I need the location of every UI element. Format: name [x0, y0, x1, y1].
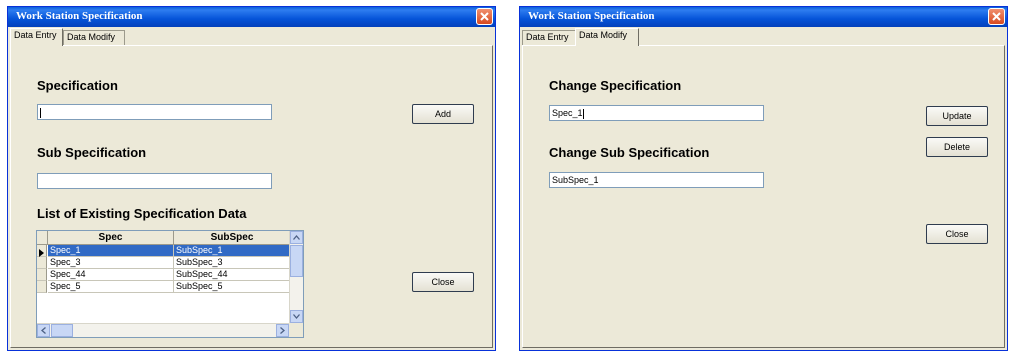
tab-data-modify[interactable]: Data Modify [63, 30, 125, 45]
title-bar[interactable]: Work Station Specification [8, 7, 495, 27]
grid-column-header-subspec[interactable]: SubSpec [174, 231, 291, 245]
grid-corner-cell [37, 231, 48, 245]
horizontal-scroll-thumb[interactable] [51, 324, 73, 337]
specification-input[interactable] [37, 104, 272, 120]
close-icon [480, 12, 489, 21]
grid-cell-subspec[interactable]: SubSpec_1 [174, 245, 291, 257]
horizontal-scrollbar[interactable] [37, 323, 289, 337]
grid-column-header-spec[interactable]: Spec [48, 231, 174, 245]
row-selector[interactable] [37, 257, 47, 269]
close-button[interactable]: Close [926, 224, 988, 244]
vertical-scrollbar[interactable] [289, 231, 303, 323]
close-icon [992, 12, 1001, 21]
tab-data-entry[interactable]: Data Entry [10, 28, 63, 46]
window-close-button[interactable] [476, 8, 493, 25]
tab-data-entry[interactable]: Data Entry [522, 30, 576, 45]
grid-cell-spec[interactable]: Spec_1 [48, 245, 174, 257]
grid-header: Spec SubSpec [37, 231, 291, 245]
scroll-up-button[interactable] [290, 231, 303, 244]
add-button[interactable]: Add [412, 104, 474, 124]
text-cursor [40, 107, 41, 118]
window-title: Work Station Specification [528, 10, 655, 22]
chevron-down-icon [293, 314, 300, 319]
sub-specification-label: Sub Specification [37, 145, 147, 160]
chevron-up-icon [293, 235, 300, 240]
grid-cell-subspec[interactable]: SubSpec_44 [174, 269, 291, 281]
grid-cell-spec[interactable]: Spec_3 [48, 257, 174, 269]
grid-cell-spec[interactable]: Spec_44 [48, 269, 174, 281]
change-specification-value: Spec_1 [552, 108, 583, 118]
grid-cell-subspec[interactable]: SubSpec_3 [174, 257, 291, 269]
change-specification-label: Change Specification [549, 78, 682, 93]
specification-data-grid[interactable]: Spec SubSpec Spec_1 SubSpec_1 Spec_3 Sub… [36, 230, 304, 338]
text-cursor [582, 108, 584, 119]
specification-label: Specification [37, 78, 118, 93]
row-selector[interactable] [37, 245, 47, 257]
row-selector[interactable] [37, 269, 47, 281]
tab-strip: Data Entry Data Modify [522, 28, 1005, 46]
sub-specification-input[interactable] [37, 173, 272, 189]
tab-data-modify[interactable]: Data Modify [575, 28, 639, 46]
row-selector[interactable] [37, 281, 47, 293]
work-station-window-data-modify: Work Station Specification Data Entry Da… [519, 6, 1008, 351]
window-title: Work Station Specification [16, 10, 143, 22]
scroll-right-button[interactable] [276, 324, 289, 337]
grid-cell-subspec[interactable]: SubSpec_5 [174, 281, 291, 293]
delete-button[interactable]: Delete [926, 137, 988, 157]
scroll-down-button[interactable] [290, 310, 303, 323]
close-button[interactable]: Close [412, 272, 474, 292]
change-sub-specification-input[interactable]: SubSpec_1 [549, 172, 764, 188]
change-sub-specification-label: Change Sub Specification [549, 145, 710, 160]
vertical-scroll-thumb[interactable] [290, 245, 303, 277]
work-station-window-data-entry: Work Station Specification Data Entry Da… [7, 6, 496, 351]
tab-strip: Data Entry Data Modify [10, 28, 493, 46]
chevron-left-icon [41, 327, 46, 334]
scroll-left-button[interactable] [37, 324, 50, 337]
window-close-button[interactable] [988, 8, 1005, 25]
chevron-right-icon [280, 327, 285, 334]
change-specification-input[interactable]: Spec_1 [549, 105, 764, 121]
title-bar[interactable]: Work Station Specification [520, 7, 1007, 27]
update-button[interactable]: Update [926, 106, 988, 126]
scrollbar-corner [289, 323, 303, 337]
grid-cell-spec[interactable]: Spec_5 [48, 281, 174, 293]
list-label: List of Existing Specification Data [37, 206, 247, 221]
